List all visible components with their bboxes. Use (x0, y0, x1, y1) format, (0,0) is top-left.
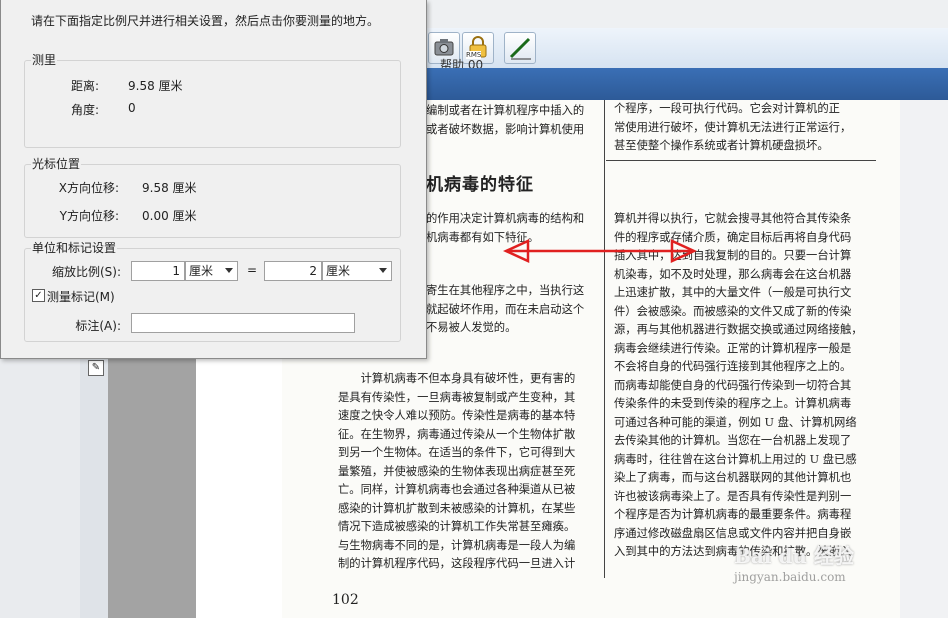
scale-right-unit: 厘米 (326, 264, 351, 278)
chevron-down-icon (225, 268, 233, 273)
scale-label: 缩放比例(S): (51, 265, 121, 279)
watermark: Bai du 经验 (734, 544, 854, 568)
text-line: 到另一个生物体。在适当的条件下，它可得到大 (338, 446, 576, 459)
text-line: 或者破坏数据，影响计算机使用 (426, 122, 585, 136)
x-offset-value: 9.58 厘米 (142, 181, 197, 195)
text-line: 亡。同样，计算机病毒也会通过各种渠道从已被 (338, 483, 576, 496)
text-line: 传染条件的未受到传染的程序之上。计算机病毒 (614, 397, 852, 410)
text-line: 病毒会继续进行传染。正常的计算机程序一般是 (614, 341, 852, 355)
text-line: 不易被人发觉的。 (426, 321, 517, 334)
text-line: 不会将自身的代码强行连接到其他程序之上的。 (614, 360, 852, 373)
text-line: 病毒时，往往曾在这台计算机上用过的 U 盘已感 (614, 452, 857, 466)
x-offset-label: X方向位移: (58, 181, 119, 195)
left-bottom-text: 计算机病毒不但本身具有破坏性，更有害的 是具有传染性，一旦病毒被复制或产生变种，其… (338, 370, 600, 574)
measure-group-title: 测里 (31, 51, 58, 68)
measurement-arrow (502, 239, 698, 263)
text-line: 是具有传染性，一旦病毒被复制或产生变种，其 (338, 390, 576, 404)
mark-checkbox-label[interactable]: 测量标记(M) (47, 288, 115, 305)
scale-left-input[interactable]: 1 (131, 261, 185, 281)
angle-label: 角度: (70, 103, 99, 117)
distance-label: 距离: (70, 79, 99, 93)
y-offset-label: Y方向位移: (59, 209, 119, 223)
divider-line (606, 160, 876, 161)
text-line: 可通过各种可能的渠道，例如 U 盘、计算机网络 (614, 415, 857, 429)
pen-icon[interactable]: ✎ (88, 360, 104, 376)
dialog-instruction: 请在下面指定比例尺并进行相关设置，然后点击你要测量的地方。 (31, 14, 380, 28)
text-line: 与生物病毒不同的是，计算机病毒是一段人为编 (338, 538, 576, 552)
text-line: 算机并得以执行，它就会搜寻其他符合其传染条 (614, 212, 852, 225)
right-top-text: 个程序，一段可执行代码。它会对计算机的正 常使用进行破坏，使计算机无法进行正常运行… (614, 100, 884, 156)
text-line: 量繁殖，并使被感染的生物体表现出病症甚至死 (338, 464, 576, 478)
scale-right-input[interactable]: 2 (264, 261, 322, 281)
text-line: 计算机病毒不但本身具有破坏性，更有害的 (338, 372, 576, 385)
scale-left-unit-select[interactable]: 厘米 (185, 261, 238, 281)
text-line: 个程序，一段可执行代码。它会对计算机的正 (614, 102, 840, 115)
units-group-title: 单位和标记设置 (31, 239, 118, 256)
watermark-url: jingyan.baidu.com (734, 570, 846, 584)
text-line: 甚至使整个操作系统或者计算机硬盘损坏。 (614, 139, 829, 152)
measure-tool-button[interactable] (504, 32, 536, 64)
text-line: 速度之快令人难以预防。传染性是病毒的基本特 (338, 409, 576, 422)
equals-sign: = (247, 263, 258, 277)
text-line: 机染毒，如不及时处理，那么病毒会在这台机器 (614, 267, 852, 281)
text-line: 寄生在其他程序之中，当执行这 (426, 284, 585, 297)
page-right-edge (900, 100, 948, 618)
text-line: 件）会被感染。而被感染的文件又成了新的传染 (614, 304, 852, 318)
mark-checkbox[interactable]: ✓ (32, 289, 45, 302)
left-top-text: 编制或者在计算机程序中插入的 或者破坏数据，影响计算机使用 (426, 102, 602, 139)
scale-right-unit-select[interactable]: 厘米 (322, 261, 392, 281)
text-line: 制的计算机程序代码，这段程序代码一旦进入计 (338, 557, 576, 570)
units-group: 单位和标记设置 缩放比例(S): 1 厘米 = 2 厘米 ✓ 测量标记(M) 标… (24, 239, 401, 342)
text-line: 征。在生物界，病毒通过传染从一个生物体扩散 (338, 427, 576, 441)
text-line: 源，再与其他机器进行数据交换或通过网络接触， (614, 323, 863, 336)
text-line: 的作用决定计算机病毒的结构和 (426, 212, 585, 225)
text-line: 感染的计算机扩散到未被感染的计算机，在某些 (338, 501, 576, 515)
annotation-input[interactable] (131, 313, 355, 333)
scale-left-unit: 厘米 (189, 264, 214, 278)
text-line: 就起破坏作用，而在未启动这个 (426, 302, 585, 316)
chevron-down-icon (379, 268, 387, 273)
ruler-pen-icon (509, 37, 531, 60)
y-offset-value: 0.00 厘米 (142, 209, 197, 223)
distance-value: 9.58 厘米 (128, 79, 183, 93)
text-line: 许也被该病毒染上了。是否具有传染性是判别一 (614, 489, 852, 503)
left-mid-text-2: 寄生在其他程序之中，当执行这 就起破坏作用，而在未启动这个 不易被人发觉的。 (426, 282, 602, 338)
column-divider (604, 100, 605, 578)
measure-group: 测里 距离: 9.58 厘米 角度: 0 (24, 51, 401, 148)
text-line: 个程序是否为计算机病毒的最重要条件。病毒程 (614, 508, 852, 521)
page-number: 102 (332, 592, 359, 608)
cursor-group-title: 光标位置 (31, 155, 82, 172)
text-line: 上迅速扩散，其中的大量文件（一般是可执行文 (614, 286, 852, 299)
annotation-label: 标注(A): (75, 319, 121, 333)
cursor-group: 光标位置 X方向位移: 9.58 厘米 Y方向位移: 0.00 厘米 (24, 155, 401, 238)
measure-dialog: 请在下面指定比例尺并进行相关设置，然后点击你要测量的地方。 测里 距离: 9.5… (0, 0, 427, 359)
section-title: 机病毒的特征 (426, 175, 534, 195)
text-line: 情况下造成被感染的计算机工作失常甚至瘫痪。 (338, 520, 576, 533)
angle-value: 0 (128, 101, 136, 115)
text-line: 去传染其他的计算机。当您在一台机器上发现了 (614, 434, 852, 447)
text-line: 常使用进行破坏，使计算机无法进行正常运行， (614, 120, 852, 134)
text-line: 而病毒却能使自身的代码强行传染到一切符合其 (614, 378, 852, 392)
text-line: 染上了病毒，而与这台机器联网的其他计算机也 (614, 471, 852, 484)
text-line: 编制或者在计算机程序中插入的 (426, 104, 585, 117)
